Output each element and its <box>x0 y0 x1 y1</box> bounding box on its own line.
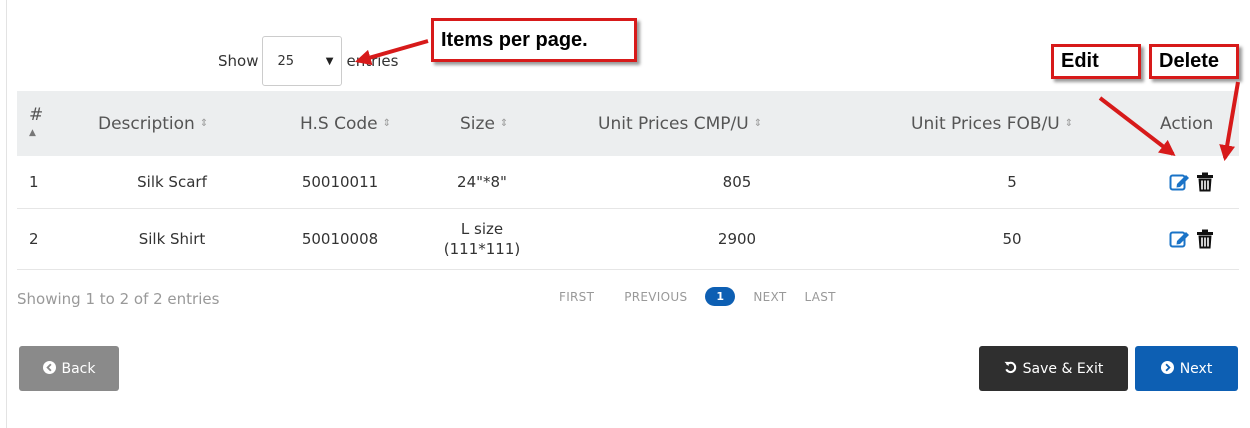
length-control: Show 25 ▼ entries <box>218 36 398 86</box>
show-label: Show <box>218 52 259 70</box>
table-row: 1 Silk Scarf 50010011 24"*8" 805 5 <box>17 156 1239 209</box>
cell-fob: 50 <box>1002 230 1022 248</box>
back-button-label: Back <box>61 360 96 377</box>
annotation-items-per-page: Items per page. <box>431 18 637 62</box>
page-length-select[interactable]: 25 ▼ <box>262 36 343 86</box>
save-exit-button-label: Save & Exit <box>1022 360 1104 377</box>
undo-icon <box>1004 361 1017 377</box>
pagination-previous[interactable]: PREVIOUS <box>624 290 687 304</box>
cell-fob: 5 <box>1007 173 1017 191</box>
table-row: 2 Silk Shirt 50010008 L size (111*111) 2… <box>17 209 1239 270</box>
cell-description: Silk Shirt <box>138 230 206 248</box>
cell-actions <box>1169 209 1239 269</box>
next-button-label: Next <box>1179 360 1213 377</box>
cell-cmp: 2900 <box>717 230 757 248</box>
table-header: # ▲ Description ⇕ H.S Code ⇕ Size ⇕ Unit Pr… <box>17 91 1239 156</box>
pagination-last[interactable]: LAST <box>805 290 836 304</box>
edit-icon[interactable] <box>1169 229 1191 249</box>
cell-number: 1 <box>29 173 39 191</box>
cell-hs-code: 50010011 <box>301 173 379 191</box>
cell-size: 24"*8" <box>457 173 507 191</box>
column-header-hs-code[interactable]: H.S Code ⇕ <box>300 91 391 156</box>
pagination-current-page[interactable]: 1 <box>705 287 736 306</box>
table-info: Showing 1 to 2 of 2 entries <box>17 290 220 308</box>
trash-icon[interactable] <box>1196 229 1214 249</box>
cell-number: 2 <box>29 230 39 248</box>
entries-label: entries <box>346 52 399 70</box>
next-button[interactable]: Next <box>1135 346 1238 391</box>
cell-hs-code: 50010008 <box>301 230 379 248</box>
back-button[interactable]: Back <box>19 346 119 391</box>
annotation-delete: Delete <box>1149 44 1239 79</box>
pagination-next[interactable]: NEXT <box>753 290 786 304</box>
column-header-action: Action <box>1160 113 1214 134</box>
sort-icon: ⇕ <box>199 118 209 129</box>
sort-icon: ⇕ <box>382 118 391 129</box>
cell-cmp: 805 <box>722 173 752 191</box>
annotation-edit: Edit <box>1051 44 1141 79</box>
save-exit-button[interactable]: Save & Exit <box>979 346 1128 391</box>
sort-icon: ⇕ <box>753 118 763 129</box>
caret-down-icon: ▼ <box>325 55 334 67</box>
circle-arrow-right-icon <box>1160 360 1174 377</box>
cell-description: Silk Scarf <box>137 173 207 191</box>
page-length-value: 25 <box>277 53 295 69</box>
sort-icon: ⇕ <box>499 118 509 129</box>
column-header-description[interactable]: Description ⇕ <box>98 91 208 156</box>
left-border <box>6 0 7 428</box>
sort-icon: ⇕ <box>1064 118 1074 129</box>
pagination: FIRST PREVIOUS 1 NEXT LAST <box>559 287 836 306</box>
sort-asc-icon: ▲ <box>29 127 36 138</box>
column-header-size[interactable]: Size ⇕ <box>460 91 508 156</box>
edit-icon[interactable] <box>1169 172 1191 192</box>
pagination-first[interactable]: FIRST <box>559 290 594 304</box>
cell-actions <box>1169 156 1239 208</box>
circle-arrow-left-icon <box>42 360 56 377</box>
cell-size: L size (111*111) <box>443 220 521 258</box>
column-header-fob[interactable]: Unit Prices FOB/U ⇕ <box>911 91 1073 156</box>
column-header-cmp[interactable]: Unit Prices CMP/U ⇕ <box>598 91 762 156</box>
trash-icon[interactable] <box>1196 172 1214 192</box>
column-header-number[interactable]: # ▲ <box>29 91 43 156</box>
